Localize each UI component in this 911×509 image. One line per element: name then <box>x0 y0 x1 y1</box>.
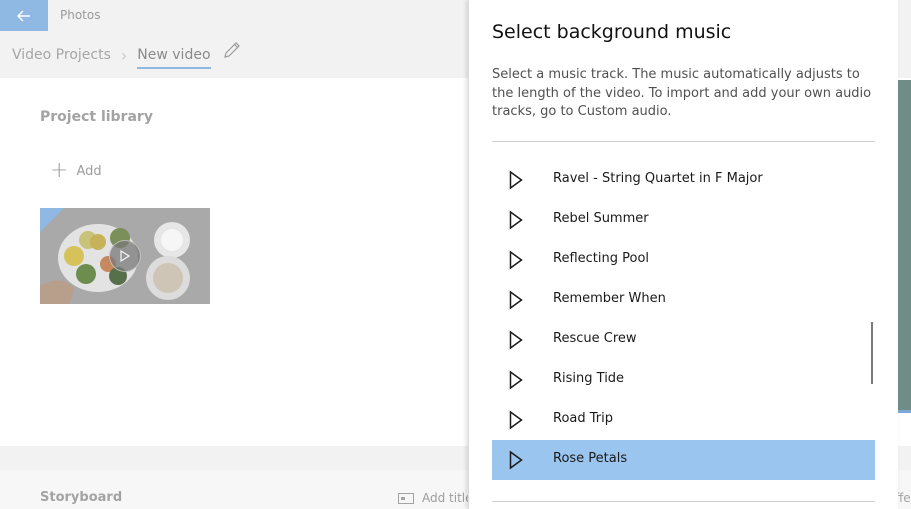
track-row[interactable]: Ravel - String Quartet in F Major <box>492 160 875 200</box>
chevron-right-icon: › <box>120 45 128 65</box>
app-title: Photos <box>60 8 101 22</box>
breadcrumb-video-projects[interactable]: Video Projects <box>12 47 111 63</box>
divider <box>492 141 875 142</box>
panel-title: Select background music <box>492 21 732 43</box>
pencil-icon[interactable] <box>222 40 242 60</box>
storyboard-title: Storyboard <box>40 490 123 505</box>
play-icon[interactable] <box>509 370 523 390</box>
track-name: Road Trip <box>553 411 613 426</box>
preview-progress-edge <box>898 410 911 413</box>
play-icon[interactable] <box>109 240 141 272</box>
plus-icon: + <box>50 158 69 183</box>
play-icon[interactable] <box>509 330 523 350</box>
track-row[interactable]: Rising Tide <box>492 360 875 400</box>
scrollbar-thumb[interactable] <box>871 322 873 384</box>
track-row[interactable]: Rebel Summer <box>492 200 875 240</box>
breadcrumb: Video Projects › New video <box>12 42 211 69</box>
video-thumbnail[interactable] <box>40 208 210 304</box>
title-card-icon <box>398 492 414 504</box>
add-button[interactable]: + Add <box>50 158 102 183</box>
add-title-label: Add title <box>422 491 473 505</box>
play-icon[interactable] <box>509 290 523 310</box>
track-list: Ravel - String Quartet in F Major Rebel … <box>492 160 875 480</box>
play-icon[interactable] <box>509 410 523 430</box>
track-row-selected[interactable]: Rose Petals <box>492 440 875 480</box>
divider <box>492 501 875 502</box>
library-title: Project library <box>40 109 153 125</box>
add-label: Add <box>76 163 102 179</box>
back-button[interactable] <box>0 0 48 31</box>
track-row[interactable]: Remember When <box>492 280 875 320</box>
track-row[interactable]: Road Trip <box>492 400 875 440</box>
add-title-button[interactable]: Add title <box>398 491 473 505</box>
preview-edge <box>898 80 911 410</box>
breadcrumb-current[interactable]: New video <box>137 47 211 69</box>
track-name: Rose Petals <box>553 451 628 466</box>
play-icon[interactable] <box>509 450 523 470</box>
track-row[interactable]: Rescue Crew <box>492 320 875 360</box>
track-name: Rescue Crew <box>553 331 637 346</box>
back-arrow-icon <box>17 10 30 21</box>
track-name: Rebel Summer <box>553 211 649 226</box>
track-row[interactable]: Reflecting Pool <box>492 240 875 280</box>
play-icon[interactable] <box>509 210 523 230</box>
track-name: Ravel - String Quartet in F Major <box>553 171 763 186</box>
track-name: Reflecting Pool <box>553 251 650 266</box>
track-name: Rising Tide <box>553 371 625 386</box>
play-icon[interactable] <box>509 170 523 190</box>
track-name: Remember When <box>553 291 666 306</box>
panel-description: Select a music track. The music automati… <box>492 67 872 119</box>
background-music-panel: Select background music Select a music t… <box>468 0 898 509</box>
play-icon[interactable] <box>509 250 523 270</box>
selection-corner <box>40 208 64 232</box>
